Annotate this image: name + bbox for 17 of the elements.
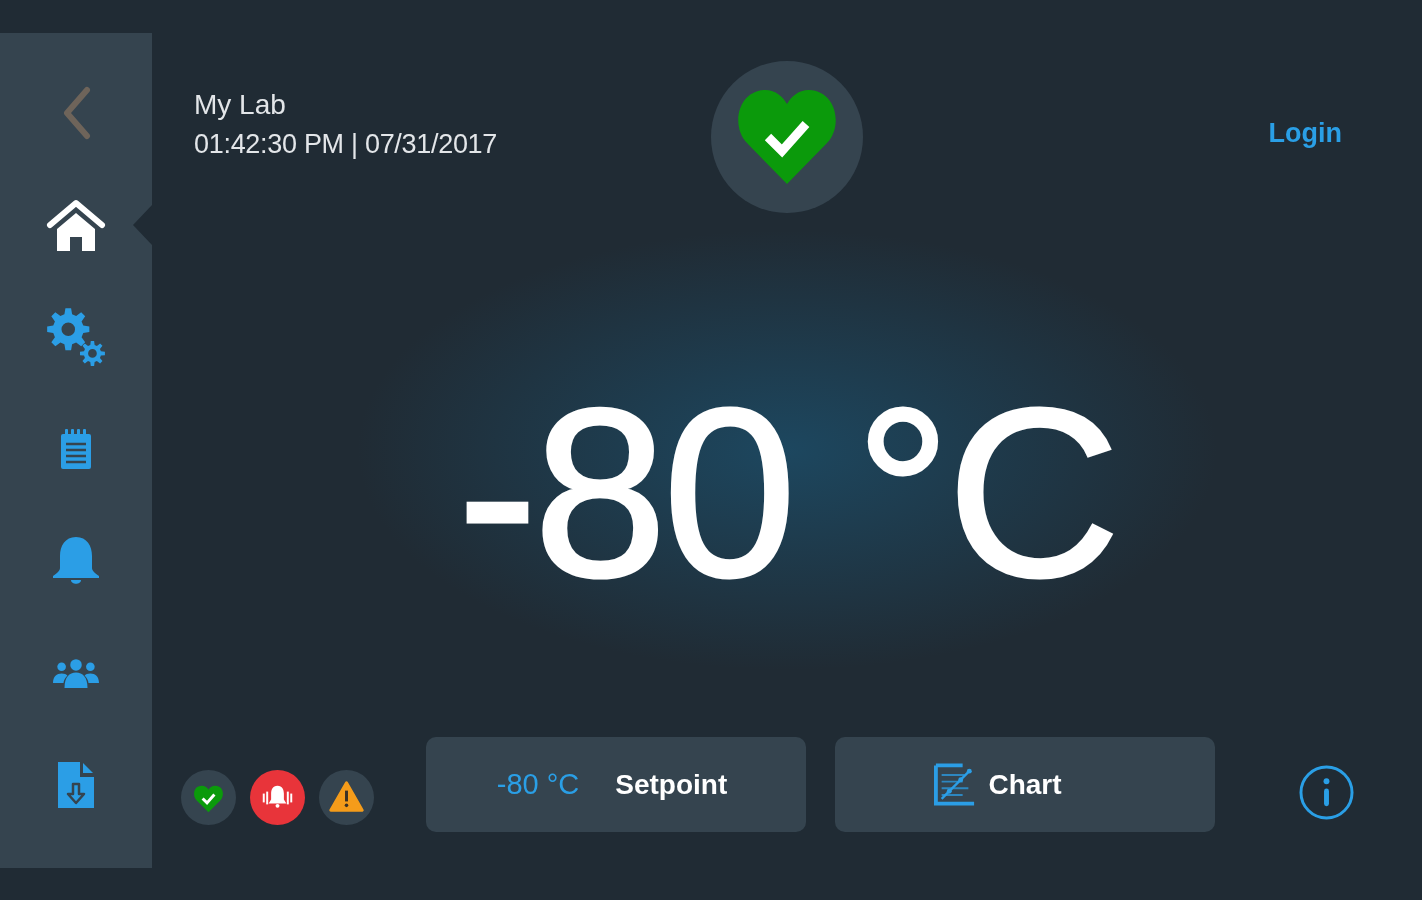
info-button[interactable] — [1299, 764, 1354, 820]
date-time: 01:42:30 PM | 07/31/2017 — [194, 128, 499, 161]
chart-button[interactable]: Chart — [835, 737, 1215, 832]
selection-pointer — [133, 205, 152, 245]
file-download-icon — [56, 760, 96, 810]
setpoint-value: -80 °C — [496, 768, 580, 801]
setpoint-button[interactable]: -80 °C Setpoint — [426, 737, 806, 832]
info-icon — [1299, 764, 1354, 820]
temperature-reading: -80 °C — [457, 373, 1117, 613]
bell-icon — [50, 535, 102, 587]
chart-icon — [934, 763, 977, 806]
location-name: My Lab — [194, 88, 287, 122]
gears-icon — [46, 307, 106, 367]
home-icon — [46, 198, 106, 252]
notepad-icon — [60, 429, 92, 469]
people-icon — [53, 657, 99, 689]
login-link[interactable]: Login — [1268, 117, 1342, 149]
